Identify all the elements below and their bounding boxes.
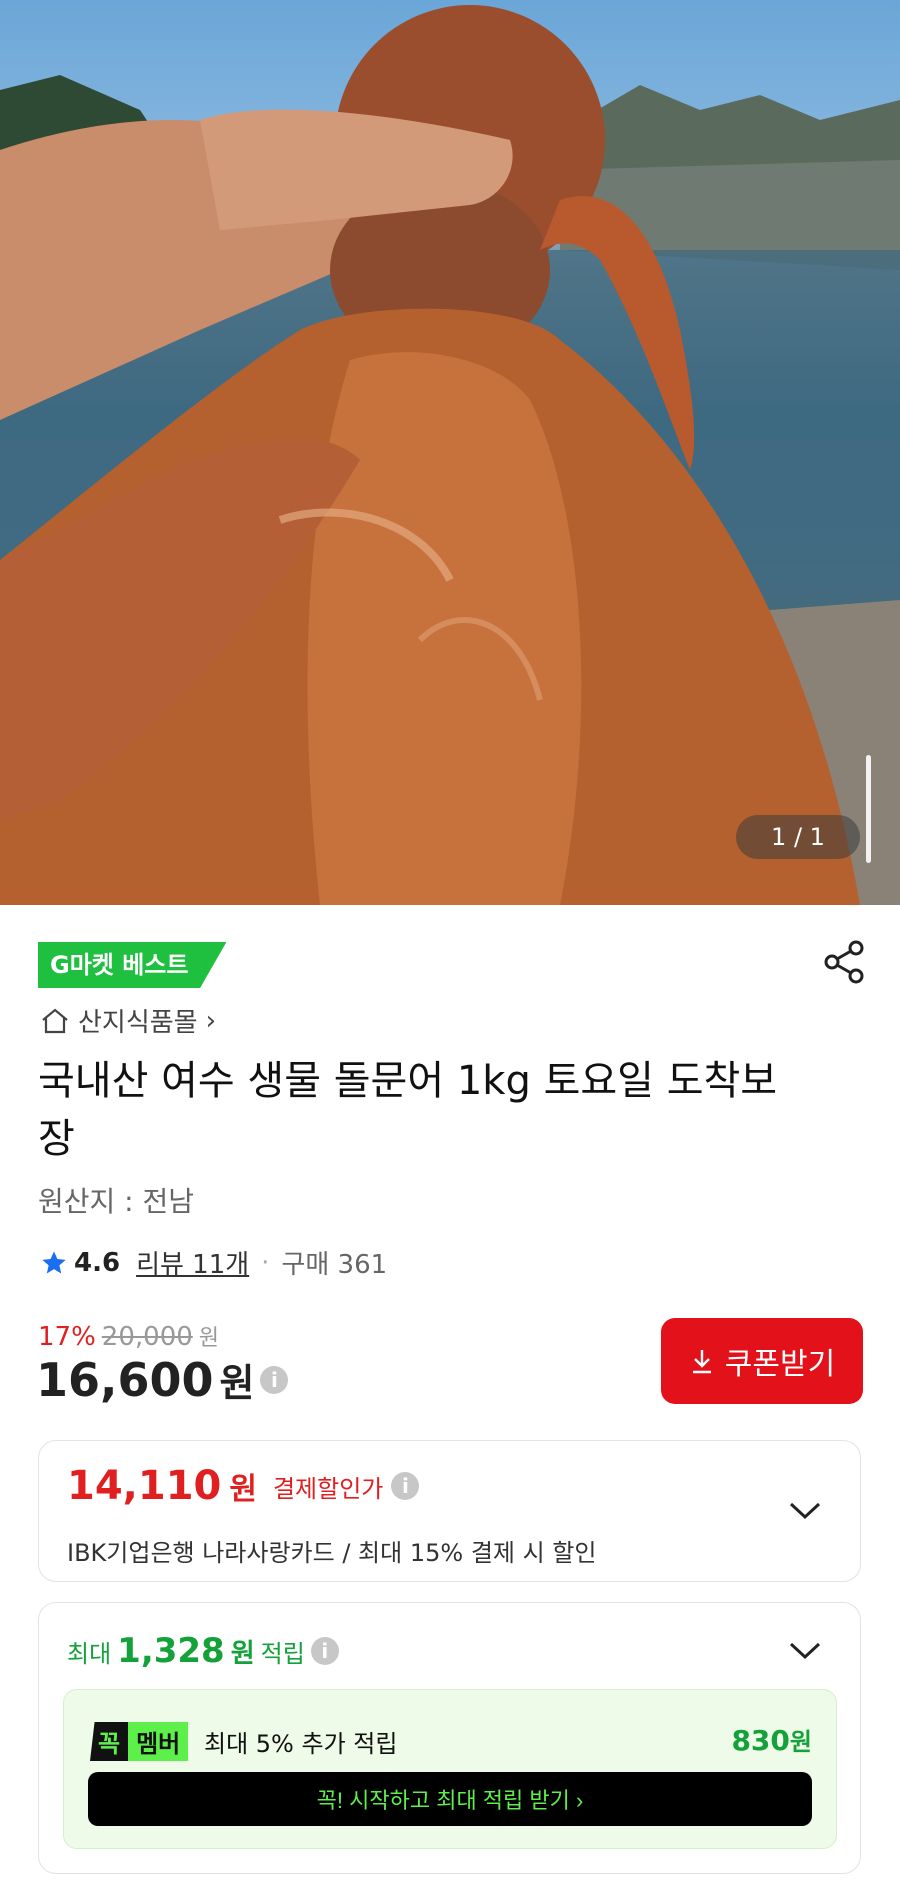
payment-discount-card[interactable]: 14,110 원 결제할인가 i IBK기업은행 나라사랑카드 / 최대 15%… <box>38 1440 861 1582</box>
octopus-photo <box>0 5 900 905</box>
coupon-button[interactable]: 쿠폰받기 <box>661 1318 863 1404</box>
info-icon[interactable]: i <box>260 1365 289 1394</box>
member-promo-box: 꼭 멤버 최대 5% 추가 적립 830원 꼭! 시작하고 최대 적립 받기 › <box>63 1689 837 1849</box>
payment-discount-description: IBK기업은행 나라사랑카드 / 최대 15% 결제 시 할인 <box>67 1539 597 1567</box>
share-icon[interactable] <box>820 938 868 986</box>
points-prefix: 최대 <box>67 1639 112 1668</box>
payment-discount-amount: 14,110 <box>67 1463 222 1509</box>
chevron-right-icon: › <box>205 1005 217 1036</box>
purchase-count: 구매 361 <box>281 1250 388 1280</box>
info-icon[interactable]: i <box>391 1472 420 1500</box>
rating-row: 4.6 리뷰 11개 · 구매 361 <box>40 1244 387 1281</box>
payment-discount-unit: 원 <box>229 1472 257 1507</box>
member-amount-value: 830 <box>731 1724 790 1757</box>
discount-percent: 17% <box>38 1322 96 1352</box>
member-benefit-text: 최대 5% 추가 적립 <box>204 1730 398 1758</box>
member-tag-member: 멤버 <box>128 1722 189 1761</box>
payment-discount-price: 14,110 원 결제할인가 i <box>67 1463 420 1509</box>
points-suffix: 적립 <box>260 1639 305 1668</box>
best-badge: G마켓 베스트 <box>38 942 227 988</box>
star-icon <box>42 1250 66 1273</box>
separator-dot: · <box>261 1247 270 1278</box>
chevron-down-icon[interactable] <box>788 1501 822 1521</box>
home-icon <box>42 1008 68 1033</box>
image-counter: 1 / 1 <box>736 815 860 859</box>
store-name: 산지식품몰 <box>78 1008 198 1038</box>
coupon-button-label: 쿠폰받기 <box>724 1348 836 1381</box>
sale-price: 16,600 원 i <box>36 1352 289 1407</box>
member-tag: 꼭 멤버 <box>90 1722 189 1761</box>
points-amount: 1,328 <box>117 1631 225 1671</box>
original-price-unit: 원 <box>198 1326 220 1351</box>
original-price: 20,000 <box>101 1322 193 1352</box>
discount-row: 17% 20,000 원 <box>38 1320 219 1352</box>
member-tag-kkok: 꼭 <box>90 1722 129 1761</box>
product-origin: 원산지 : 전남 <box>38 1185 195 1218</box>
points-header: 최대 1,328 원 적립 i <box>67 1631 339 1671</box>
points-card[interactable]: 최대 1,328 원 적립 i 꼭 멤버 최대 5% 추가 적립 830원 꼭!… <box>38 1602 861 1874</box>
rating-score: 4.6 <box>74 1247 121 1278</box>
price-amount: 16,600 <box>36 1352 214 1407</box>
download-icon <box>692 1350 711 1374</box>
product-title: 국내산 여수 생물 돌문어 1kg 토요일 도착보장 <box>38 1058 778 1162</box>
member-amount: 830원 <box>731 1722 812 1757</box>
chevron-down-icon[interactable] <box>788 1641 822 1661</box>
payment-discount-label: 결제할인가 <box>272 1474 384 1503</box>
scroll-indicator <box>866 755 871 863</box>
member-amount-unit: 원 <box>789 1728 812 1756</box>
price-unit: 원 <box>219 1361 255 1405</box>
store-link[interactable]: 산지식품몰 › <box>40 1002 216 1039</box>
info-icon[interactable]: i <box>310 1637 339 1665</box>
review-link[interactable]: 리뷰 11개 <box>136 1244 249 1281</box>
member-start-button[interactable]: 꼭! 시작하고 최대 적립 받기 › <box>88 1772 812 1826</box>
points-unit: 원 <box>230 1638 255 1669</box>
product-image[interactable]: 1 / 1 <box>0 0 900 905</box>
